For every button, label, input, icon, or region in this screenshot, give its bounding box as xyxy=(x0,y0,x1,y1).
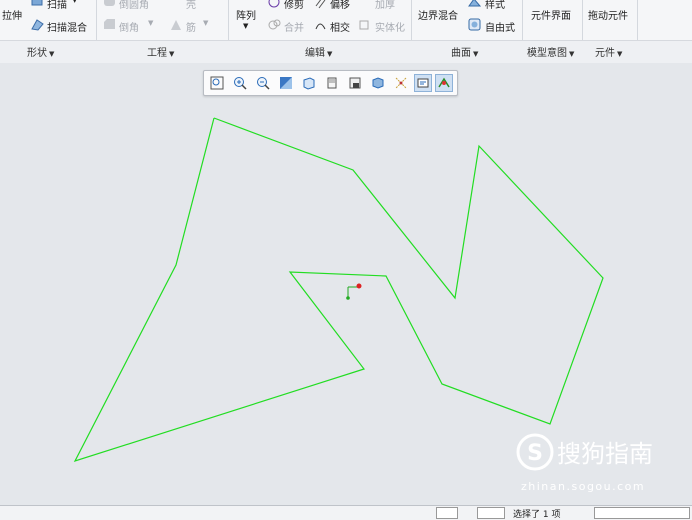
rib-icon xyxy=(170,18,183,31)
offset-icon xyxy=(314,0,327,9)
chevron-down-icon: ▼ xyxy=(473,50,479,58)
sweep-button[interactable]: 扫描 xyxy=(47,0,67,11)
chevron-down-icon: ▼ xyxy=(49,50,55,58)
chamfer-dropdown-icon[interactable]: ▼ xyxy=(148,19,153,27)
selection-status-text: 选择了 1 项 xyxy=(513,510,561,520)
chevron-down-icon: ▼ xyxy=(569,50,575,58)
spin-center-toggle-icon[interactable] xyxy=(435,74,453,92)
group-label-surfaces[interactable]: 曲面 ▼ xyxy=(451,44,478,59)
group-label-shapes[interactable]: 形状 ▼ xyxy=(27,44,54,59)
chamfer-icon xyxy=(103,18,116,31)
watermark-url: zhinan.sogou.com xyxy=(521,480,645,493)
datum-display-icon[interactable] xyxy=(369,74,387,92)
watermark-brand: 搜狗指南 xyxy=(557,440,653,468)
repaint-icon[interactable] xyxy=(277,74,295,92)
chamfer-button[interactable]: 倒角 xyxy=(119,19,139,34)
intersect-button[interactable]: 相交 xyxy=(330,19,350,34)
view-manager-icon[interactable] xyxy=(346,74,364,92)
swept-blend-icon xyxy=(31,18,44,31)
round-icon xyxy=(103,0,116,9)
solidify-button[interactable]: 实体化 xyxy=(375,19,405,34)
style-button[interactable]: 样式 xyxy=(485,0,505,11)
zoom-out-icon[interactable] xyxy=(254,74,272,92)
style-icon xyxy=(468,0,482,9)
spin-center-icon[interactable] xyxy=(392,74,410,92)
trim-button[interactable]: 修剪 xyxy=(284,0,304,11)
drag-components-button[interactable]: 拖动元件 xyxy=(588,7,628,22)
offset-button[interactable]: 偏移 xyxy=(330,0,350,11)
chevron-down-icon: ▼ xyxy=(169,50,175,58)
display-style-icon[interactable] xyxy=(300,74,318,92)
sketch-profile[interactable] xyxy=(73,117,604,463)
sogou-watermark: S 搜狗指南 zhinan.sogou.com xyxy=(515,433,675,495)
solidify-icon xyxy=(358,18,371,31)
rib-dropdown-icon[interactable]: ▼ xyxy=(203,19,208,27)
group-label-engineering[interactable]: 工程 ▼ xyxy=(147,44,174,59)
pattern-dropdown-icon[interactable]: ▼ xyxy=(243,22,248,30)
swept-blend-button[interactable]: 扫描混合 xyxy=(47,19,87,34)
round-button[interactable]: 倒圆角 xyxy=(119,0,149,11)
svg-text:S: S xyxy=(527,441,543,466)
merge-icon xyxy=(268,18,281,31)
zoom-in-icon[interactable] xyxy=(231,74,249,92)
sweep-dropdown-icon[interactable]: ▼ xyxy=(72,0,77,4)
group-label-editing[interactable]: 编辑 ▼ xyxy=(305,44,332,59)
group-label-model-intent[interactable]: 模型意图 ▼ xyxy=(527,44,574,59)
coordinate-system-marker xyxy=(346,283,362,300)
rib-button[interactable]: 筋 xyxy=(186,19,196,34)
thicken-button[interactable]: 加厚 xyxy=(375,0,395,11)
refit-icon[interactable] xyxy=(208,74,226,92)
merge-button[interactable]: 合并 xyxy=(284,19,304,34)
group-label-components[interactable]: 元件 ▼ xyxy=(595,44,622,59)
component-interface-button[interactable]: 元件界面 xyxy=(531,7,571,22)
smart-select-icon[interactable] xyxy=(477,507,505,519)
selection-filter-icon[interactable] xyxy=(436,507,458,519)
extrude-button[interactable]: 拉伸 xyxy=(2,7,22,22)
graphics-view-toolbar xyxy=(203,70,458,96)
sweep-icon xyxy=(31,0,44,9)
chevron-down-icon: ▼ xyxy=(327,50,333,58)
status-bar: 选择了 1 项 xyxy=(0,505,692,520)
saved-views-icon[interactable] xyxy=(323,74,341,92)
trim-icon xyxy=(268,0,281,9)
ribbon-group-labels: 形状 ▼ 工程 ▼ 编辑 ▼ 曲面 ▼ 模型意图 ▼ 元件 ▼ xyxy=(0,40,692,63)
shell-button[interactable]: 壳 xyxy=(186,0,196,11)
freestyle-icon xyxy=(468,18,481,31)
ribbon: 拉伸 扫描 ▼ 扫描混合 倒圆角 壳 倒角 ▼ 筋 ▼ 阵列 ▼ 修剪 偏移 加… xyxy=(0,0,692,63)
freestyle-button[interactable]: 自由式 xyxy=(485,19,515,34)
filter-dropdown[interactable] xyxy=(594,507,690,519)
chevron-down-icon: ▼ xyxy=(617,50,623,58)
boundary-blend-button[interactable]: 边界混合 xyxy=(418,7,458,22)
annotation-display-icon[interactable] xyxy=(414,74,432,92)
pattern-button[interactable]: 阵列 xyxy=(236,7,256,22)
intersect-icon xyxy=(314,18,327,31)
